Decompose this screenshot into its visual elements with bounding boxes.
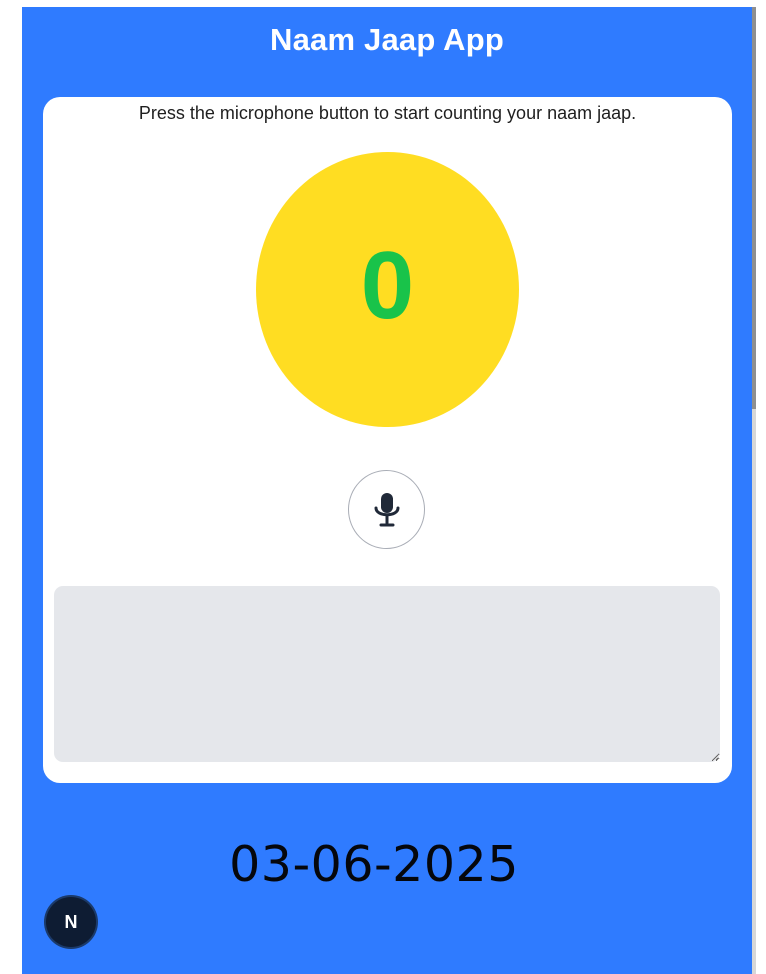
count-value: 0: [360, 231, 415, 339]
page-edge: [756, 7, 766, 974]
counter-card: Press the microphone button to start cou…: [43, 97, 732, 783]
instruction-text: Press the microphone button to start cou…: [138, 103, 637, 123]
app-viewport: Naam Jaap App Press the microphone butto…: [22, 7, 752, 974]
transcript-textarea[interactable]: [54, 586, 720, 762]
microphone-icon: [373, 492, 401, 528]
n-badge-button[interactable]: N: [46, 897, 96, 947]
date-display: 03-06-2025: [229, 836, 519, 893]
microphone-button[interactable]: [348, 470, 425, 549]
counter-circle: 0: [256, 152, 519, 427]
app-title: Naam Jaap App: [269, 22, 505, 57]
